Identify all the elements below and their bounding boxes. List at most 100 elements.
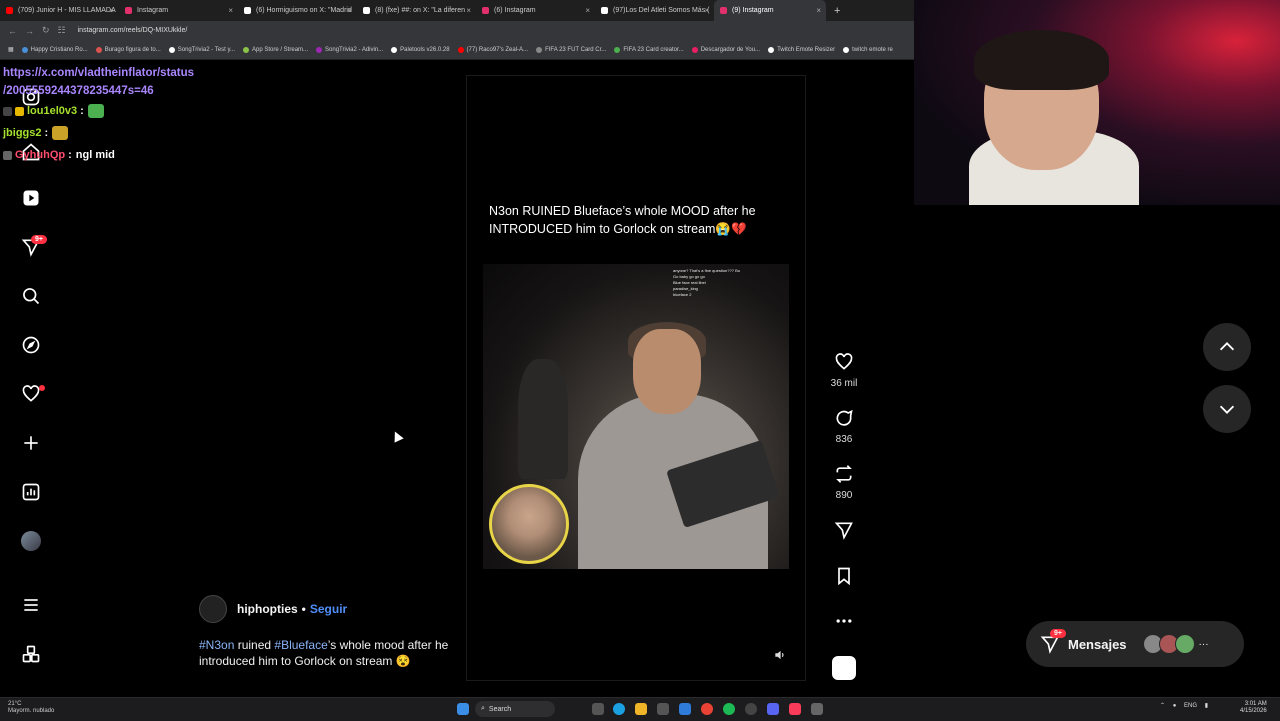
bookmark[interactable]: Burago figura de to... xyxy=(95,46,161,53)
back-icon[interactable]: ← xyxy=(8,26,17,36)
app-icon[interactable] xyxy=(811,703,823,715)
explore-icon[interactable] xyxy=(19,333,43,357)
music-icon[interactable] xyxy=(789,703,801,715)
close-icon[interactable]: × xyxy=(585,6,590,15)
windows-start-icon[interactable] xyxy=(457,703,469,715)
volume-icon[interactable] xyxy=(773,648,787,662)
spotify-icon[interactable] xyxy=(723,703,735,715)
bookmark[interactable]: App Store / Stream... xyxy=(243,46,308,53)
browser-tab-active[interactable]: (9) Instagram × xyxy=(714,0,826,21)
author-avatar[interactable] xyxy=(199,595,227,623)
bookmark-favicon xyxy=(691,46,698,53)
file-explorer-icon[interactable] xyxy=(635,703,647,715)
like-icon[interactable] xyxy=(832,350,856,374)
reload-icon[interactable]: ↻ xyxy=(42,25,50,36)
author-username[interactable]: hiphopties xyxy=(237,602,298,616)
bookmark-favicon xyxy=(457,46,464,53)
avatar xyxy=(1174,634,1195,654)
browser-tab[interactable]: (709) Junior H - MIS LLAMADA × xyxy=(0,0,119,21)
bookmark[interactable]: FIFA 23 Card creator... xyxy=(614,46,684,53)
store-icon[interactable] xyxy=(657,703,669,715)
more-options-icon[interactable] xyxy=(832,609,856,633)
bookmark[interactable]: (77) Raco97's Zeal-A... xyxy=(457,46,528,53)
reels-icon[interactable] xyxy=(19,186,43,210)
chat-link[interactable]: https://x.com/vladtheinflator/status xyxy=(3,64,218,82)
video-chat-overlay: anyone? That's a fine question??? Bu Go … xyxy=(673,268,783,298)
browser-tab[interactable]: Instagram × xyxy=(119,0,238,21)
search-icon[interactable] xyxy=(19,284,43,308)
discord-icon[interactable] xyxy=(767,703,779,715)
repost-icon[interactable] xyxy=(832,462,856,486)
bookmark[interactable]: twitch emote re xyxy=(843,46,893,53)
bookmark[interactable]: Twitch Emote Resizer xyxy=(768,46,835,53)
search-icon: ⌕ xyxy=(481,705,485,712)
create-icon[interactable] xyxy=(19,431,43,455)
obs-icon[interactable] xyxy=(745,703,757,715)
bookmark-favicon xyxy=(243,46,249,53)
bookmark[interactable]: FIFA 23 FUT Card Cr... xyxy=(536,46,606,53)
apps-icon[interactable]: ▦ xyxy=(8,46,14,53)
chat-separator: : xyxy=(80,105,84,117)
profile-avatar[interactable] xyxy=(19,529,43,553)
chevron-down-icon xyxy=(1219,405,1235,414)
comment-icon[interactable] xyxy=(832,406,856,430)
forward-icon[interactable]: → xyxy=(25,26,34,36)
bookmark[interactable]: Paletools v26.0.28 xyxy=(391,46,450,53)
tab-favicon xyxy=(244,7,251,14)
tab-label: (6) Hormiguismo on X: "Madrid xyxy=(256,7,352,14)
close-icon[interactable]: × xyxy=(816,6,821,15)
browser-tab[interactable]: (6) Hormiguismo on X: "Madrid × xyxy=(238,0,357,21)
taskbar-clock[interactable]: 3:01 AM 4/15/2026 xyxy=(1240,701,1267,715)
more-icon[interactable]: ··· xyxy=(1199,639,1209,650)
messages-button[interactable]: 9+ Mensajes ··· xyxy=(1026,621,1244,667)
save-icon[interactable] xyxy=(832,564,856,588)
browser-tab[interactable]: (97)Los Del Atleti Somos Más (× xyxy=(595,0,714,21)
browser-tab[interactable]: (8) (fxe) ##: on X: "La diferen × xyxy=(357,0,476,21)
new-tab-button[interactable]: + xyxy=(834,5,840,17)
chat-separator: : xyxy=(44,127,49,139)
hashtag-link[interactable]: #Blueface xyxy=(274,638,327,652)
app-icon[interactable] xyxy=(679,703,691,715)
more-apps-icon[interactable] xyxy=(19,642,43,666)
follow-button[interactable]: Seguir xyxy=(310,602,347,616)
next-reel-button[interactable] xyxy=(1203,385,1251,433)
site-info-icon[interactable]: ☷ xyxy=(58,25,66,36)
weather-widget[interactable]: 21°C Mayorm. nublado xyxy=(8,701,54,715)
clock-date: 4/15/2026 xyxy=(1240,708,1267,714)
url-field[interactable]: instagram.com/reels/DQ-MIXUkkle/ xyxy=(78,27,188,34)
close-icon[interactable]: × xyxy=(109,6,114,15)
bookmark[interactable]: SongTrivia2 - Test y... xyxy=(168,46,235,53)
chat-link[interactable]: /2005559244378235447s=46 xyxy=(3,82,218,100)
mic-icon[interactable]: ● xyxy=(1173,703,1177,709)
close-icon[interactable]: × xyxy=(347,6,352,15)
hashtag-link[interactable]: #N3on xyxy=(199,638,234,652)
chrome-icon[interactable] xyxy=(701,703,713,715)
previous-reel-button[interactable] xyxy=(1203,323,1251,371)
tray-chevron-icon[interactable]: ⌃ xyxy=(1160,703,1165,709)
menu-icon[interactable] xyxy=(19,593,43,617)
wifi-icon[interactable]: ▮ xyxy=(1205,703,1208,709)
audio-track-thumbnail[interactable] xyxy=(832,656,856,680)
taskview-icon[interactable] xyxy=(592,703,604,715)
messages-label: Mensajes xyxy=(1068,636,1127,652)
edge-icon[interactable] xyxy=(613,703,625,715)
chat-badge-icon xyxy=(3,106,12,116)
close-icon[interactable]: × xyxy=(228,6,233,15)
close-icon[interactable]: × xyxy=(704,6,709,15)
language-indicator[interactable]: ENG xyxy=(1184,703,1197,709)
taskbar-search[interactable]: ⌕ Search xyxy=(475,701,555,717)
notification-badge: 9+ xyxy=(31,235,47,244)
video-chat-line: blueface 2 xyxy=(673,292,692,297)
system-tray[interactable]: ⌃ ● ENG ▮ xyxy=(1160,702,1208,709)
browser-tab[interactable]: (6) Instagram × xyxy=(476,0,595,21)
chat-message: lou1el0v3 : xyxy=(3,100,218,122)
bookmark[interactable]: SongTrivia2 - Adivin... xyxy=(316,46,383,53)
bookmark[interactable]: Happy Cristiano Ro... xyxy=(21,46,88,53)
bookmark-favicon xyxy=(21,46,28,53)
dashboard-icon[interactable] xyxy=(19,480,43,504)
tab-favicon xyxy=(601,7,608,14)
share-icon[interactable] xyxy=(832,518,856,542)
bookmark-label: Burago figura de to... xyxy=(104,46,161,53)
close-icon[interactable]: × xyxy=(466,6,471,15)
bookmark[interactable]: Descargador de You... xyxy=(691,46,760,53)
